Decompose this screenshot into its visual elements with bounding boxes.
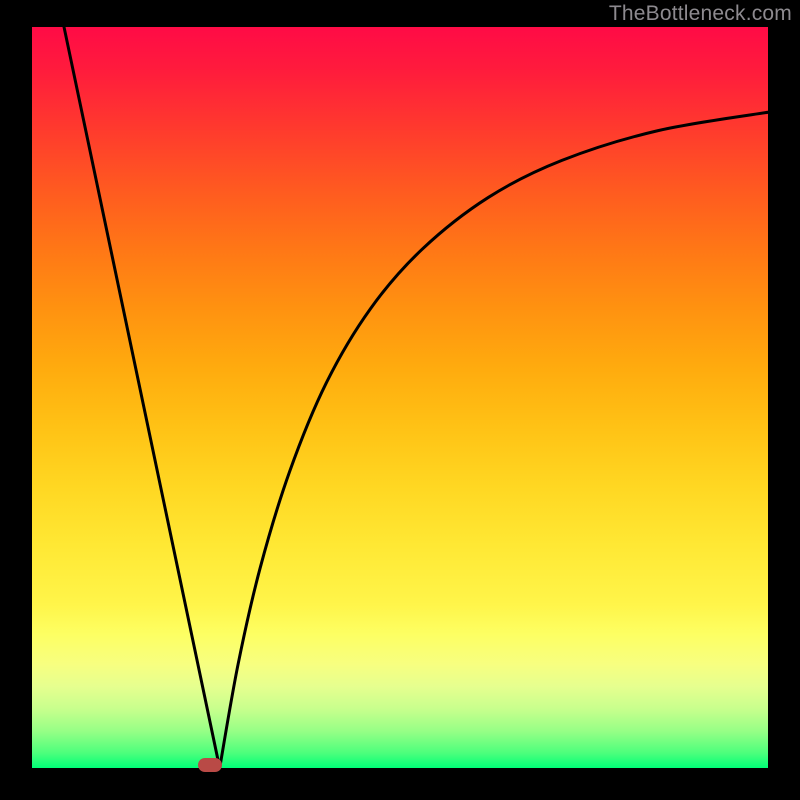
bottleneck-curve bbox=[64, 27, 768, 768]
chart-frame: TheBottleneck.com bbox=[0, 0, 800, 800]
curve-svg bbox=[0, 0, 800, 800]
vertex-marker bbox=[198, 758, 222, 772]
